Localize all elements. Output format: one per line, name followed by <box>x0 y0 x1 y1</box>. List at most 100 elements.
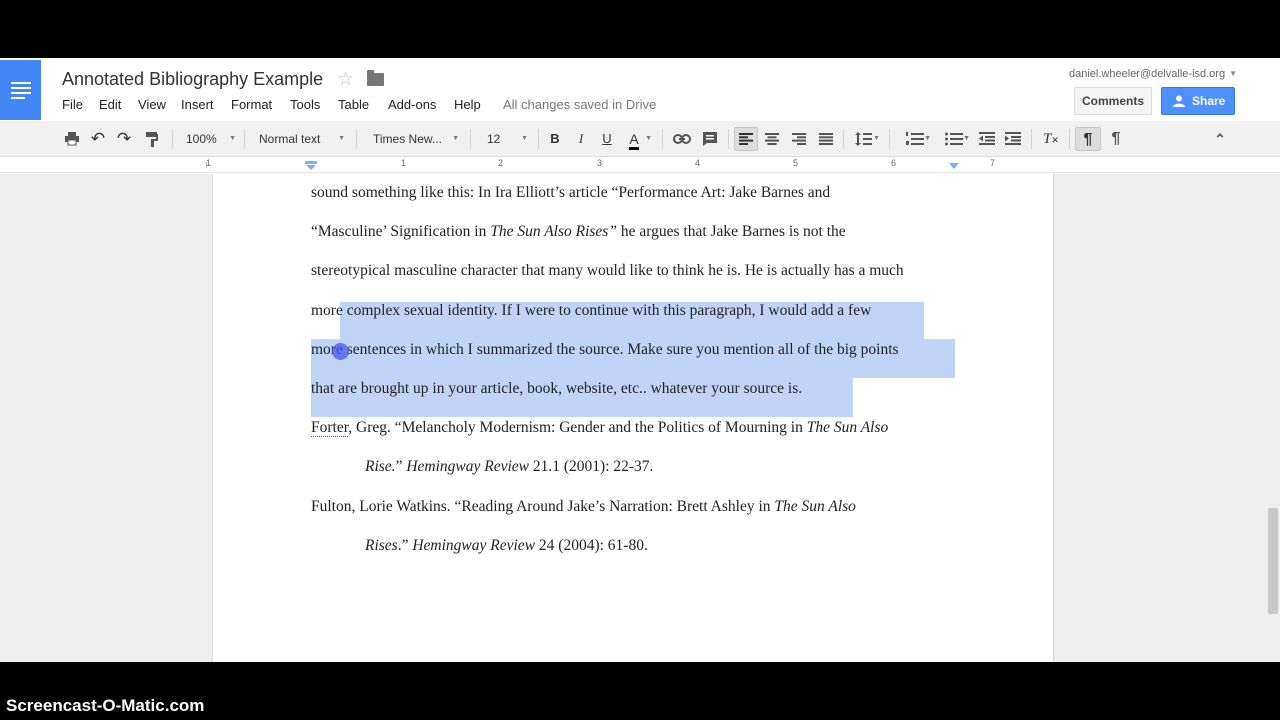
mouse-cursor-highlight <box>332 343 349 360</box>
font-size-select[interactable]: 12 ▼ <box>482 127 530 151</box>
chevron-down-icon: ▼ <box>963 135 970 142</box>
menu-edit[interactable]: Edit <box>99 97 121 112</box>
zoom-value: 100% <box>186 132 217 146</box>
menu-file[interactable]: File <box>62 97 83 112</box>
paint-format-icon[interactable] <box>142 127 162 151</box>
ruler-number: 7 <box>990 158 996 168</box>
citation-line[interactable]: Forter, Greg. “Melancholy Modernism: Gen… <box>311 419 888 437</box>
underline-button[interactable]: U <box>597 127 617 151</box>
person-icon <box>1173 95 1185 107</box>
journal-title: Hemingway Review <box>412 537 536 554</box>
paragraph-line[interactable]: “Masculine’ Signification in The Sun Als… <box>311 223 846 241</box>
docs-home-icon[interactable] <box>0 60 41 120</box>
chevron-down-icon: ▼ <box>873 135 880 142</box>
toolbar-divider <box>1031 129 1032 149</box>
text-run: 21.1 (2001): 22-37. <box>529 458 654 475</box>
account-menu[interactable]: daniel.wheeler@delvalle-isd.org ▼ <box>1069 68 1237 80</box>
ruler-number: 6 <box>891 158 897 168</box>
star-icon[interactable]: ☆ <box>337 68 354 91</box>
paragraph-line[interactable]: more sentences in which I summarized the… <box>311 341 899 359</box>
collapse-menu-icon[interactable]: ⌃ <box>1208 127 1232 151</box>
align-center-icon[interactable] <box>761 127 783 151</box>
ruler[interactable]: 1 1 2 3 4 5 6 7 <box>0 158 1280 173</box>
paragraph-line[interactable]: more complex sexual identity. If I were … <box>311 302 871 320</box>
ruler-number: 4 <box>695 158 701 168</box>
folder-icon[interactable] <box>367 70 384 86</box>
font-select[interactable]: Times New... ▼ <box>369 127 461 151</box>
redo-icon[interactable]: ↷ <box>114 127 134 151</box>
screencast-watermark: Screencast-O-Matic.com <box>6 696 205 715</box>
text-color-label: A <box>629 131 639 150</box>
bold-button[interactable]: B <box>545 127 565 151</box>
toolbar-divider <box>470 129 471 149</box>
toolbar-divider <box>728 129 729 149</box>
zoom-select[interactable]: 100% ▼ <box>182 127 238 151</box>
toolbar-divider <box>889 129 890 149</box>
toolbar-divider <box>843 129 844 149</box>
menu-addons[interactable]: Add-ons <box>388 97 436 112</box>
justify-icon[interactable] <box>815 127 837 151</box>
bulleted-list-icon[interactable]: ▼ <box>936 127 972 151</box>
left-to-right-icon[interactable]: ¶ <box>1075 127 1101 151</box>
right-to-left-icon[interactable]: ¶ <box>1105 127 1127 151</box>
citation-line[interactable]: Rises.” Hemingway Review 24 (2004): 61-8… <box>365 537 648 555</box>
increase-indent-icon[interactable] <box>1002 127 1024 151</box>
numbered-list-icon[interactable]: ▼ <box>897 127 933 151</box>
document-title[interactable]: Annotated Bibliography Example <box>62 69 323 90</box>
line-spacing-icon[interactable]: ▼ <box>850 127 882 151</box>
align-left-icon[interactable] <box>734 127 758 151</box>
google-docs-window: Annotated Bibliography Example ☆ File Ed… <box>0 58 1280 662</box>
chevron-down-icon: ▼ <box>645 135 652 142</box>
menu-tools[interactable]: Tools <box>290 97 320 112</box>
text-run: 24 (2004): 61-80. <box>535 537 648 554</box>
chevron-down-icon: ▼ <box>452 135 459 142</box>
save-status: All changes saved in Drive <box>503 97 657 112</box>
chevron-down-icon: ▼ <box>338 135 345 142</box>
text-run: .” <box>397 537 413 554</box>
font-value: Times New... <box>373 132 442 146</box>
vertical-scrollbar[interactable] <box>1268 508 1278 614</box>
document-page[interactable] <box>212 174 1054 662</box>
menu-table[interactable]: Table <box>338 97 369 112</box>
chevron-down-icon: ▼ <box>924 135 931 142</box>
toolbar-divider <box>244 129 245 149</box>
menu-format[interactable]: Format <box>231 97 272 112</box>
paragraph-line[interactable]: that are brought up in your article, boo… <box>311 380 802 398</box>
chevron-down-icon: ▼ <box>1229 69 1238 78</box>
misspelled-word[interactable]: Forter <box>311 419 349 437</box>
style-select[interactable]: Normal text ▼ <box>255 127 347 151</box>
menu-view[interactable]: View <box>138 97 166 112</box>
citation-line[interactable]: Rise.” Hemingway Review 21.1 (2001): 22-… <box>365 458 653 476</box>
chevron-down-icon: ▼ <box>521 135 528 142</box>
clear-formatting-icon[interactable]: T✕ <box>1040 127 1062 151</box>
ruler-number: 3 <box>597 158 603 168</box>
style-value: Normal text <box>259 132 321 146</box>
toolbar-divider <box>1069 129 1070 149</box>
comments-button[interactable]: Comments <box>1074 87 1152 115</box>
text-run: Fulton, Lorie Watkins. “Reading Around J… <box>311 498 775 515</box>
menu-insert[interactable]: Insert <box>181 97 214 112</box>
print-icon[interactable] <box>62 127 82 151</box>
link-icon[interactable] <box>671 127 693 151</box>
share-button[interactable]: Share <box>1161 87 1235 115</box>
paragraph-line[interactable]: stereotypical masculine character that m… <box>311 262 904 280</box>
align-right-icon[interactable] <box>788 127 810 151</box>
text-run: , Greg. “Melancholy Modernism: Gender an… <box>348 419 807 436</box>
undo-icon[interactable]: ↶ <box>88 127 108 151</box>
chevron-down-icon: ▼ <box>229 135 236 142</box>
left-indent-marker-icon[interactable] <box>305 161 317 171</box>
decrease-indent-icon[interactable] <box>976 127 998 151</box>
menu-help[interactable]: Help <box>454 97 481 112</box>
comment-icon[interactable] <box>699 127 721 151</box>
toolbar-divider <box>662 129 663 149</box>
video-top-letterbox <box>0 0 1280 58</box>
paragraph-line[interactable]: sound something like this: In Ira Elliot… <box>311 184 830 202</box>
italic-button[interactable]: I <box>571 127 591 151</box>
text-color-button[interactable]: A ▼ <box>622 127 652 151</box>
book-title: The Sun Also <box>806 419 889 436</box>
right-indent-marker-icon[interactable] <box>948 163 960 171</box>
ruler-number: 5 <box>793 158 799 168</box>
citation-line[interactable]: Fulton, Lorie Watkins. “Reading Around J… <box>311 498 856 516</box>
book-title: The Sun Also <box>774 498 856 515</box>
ruler-number: 2 <box>498 158 504 168</box>
